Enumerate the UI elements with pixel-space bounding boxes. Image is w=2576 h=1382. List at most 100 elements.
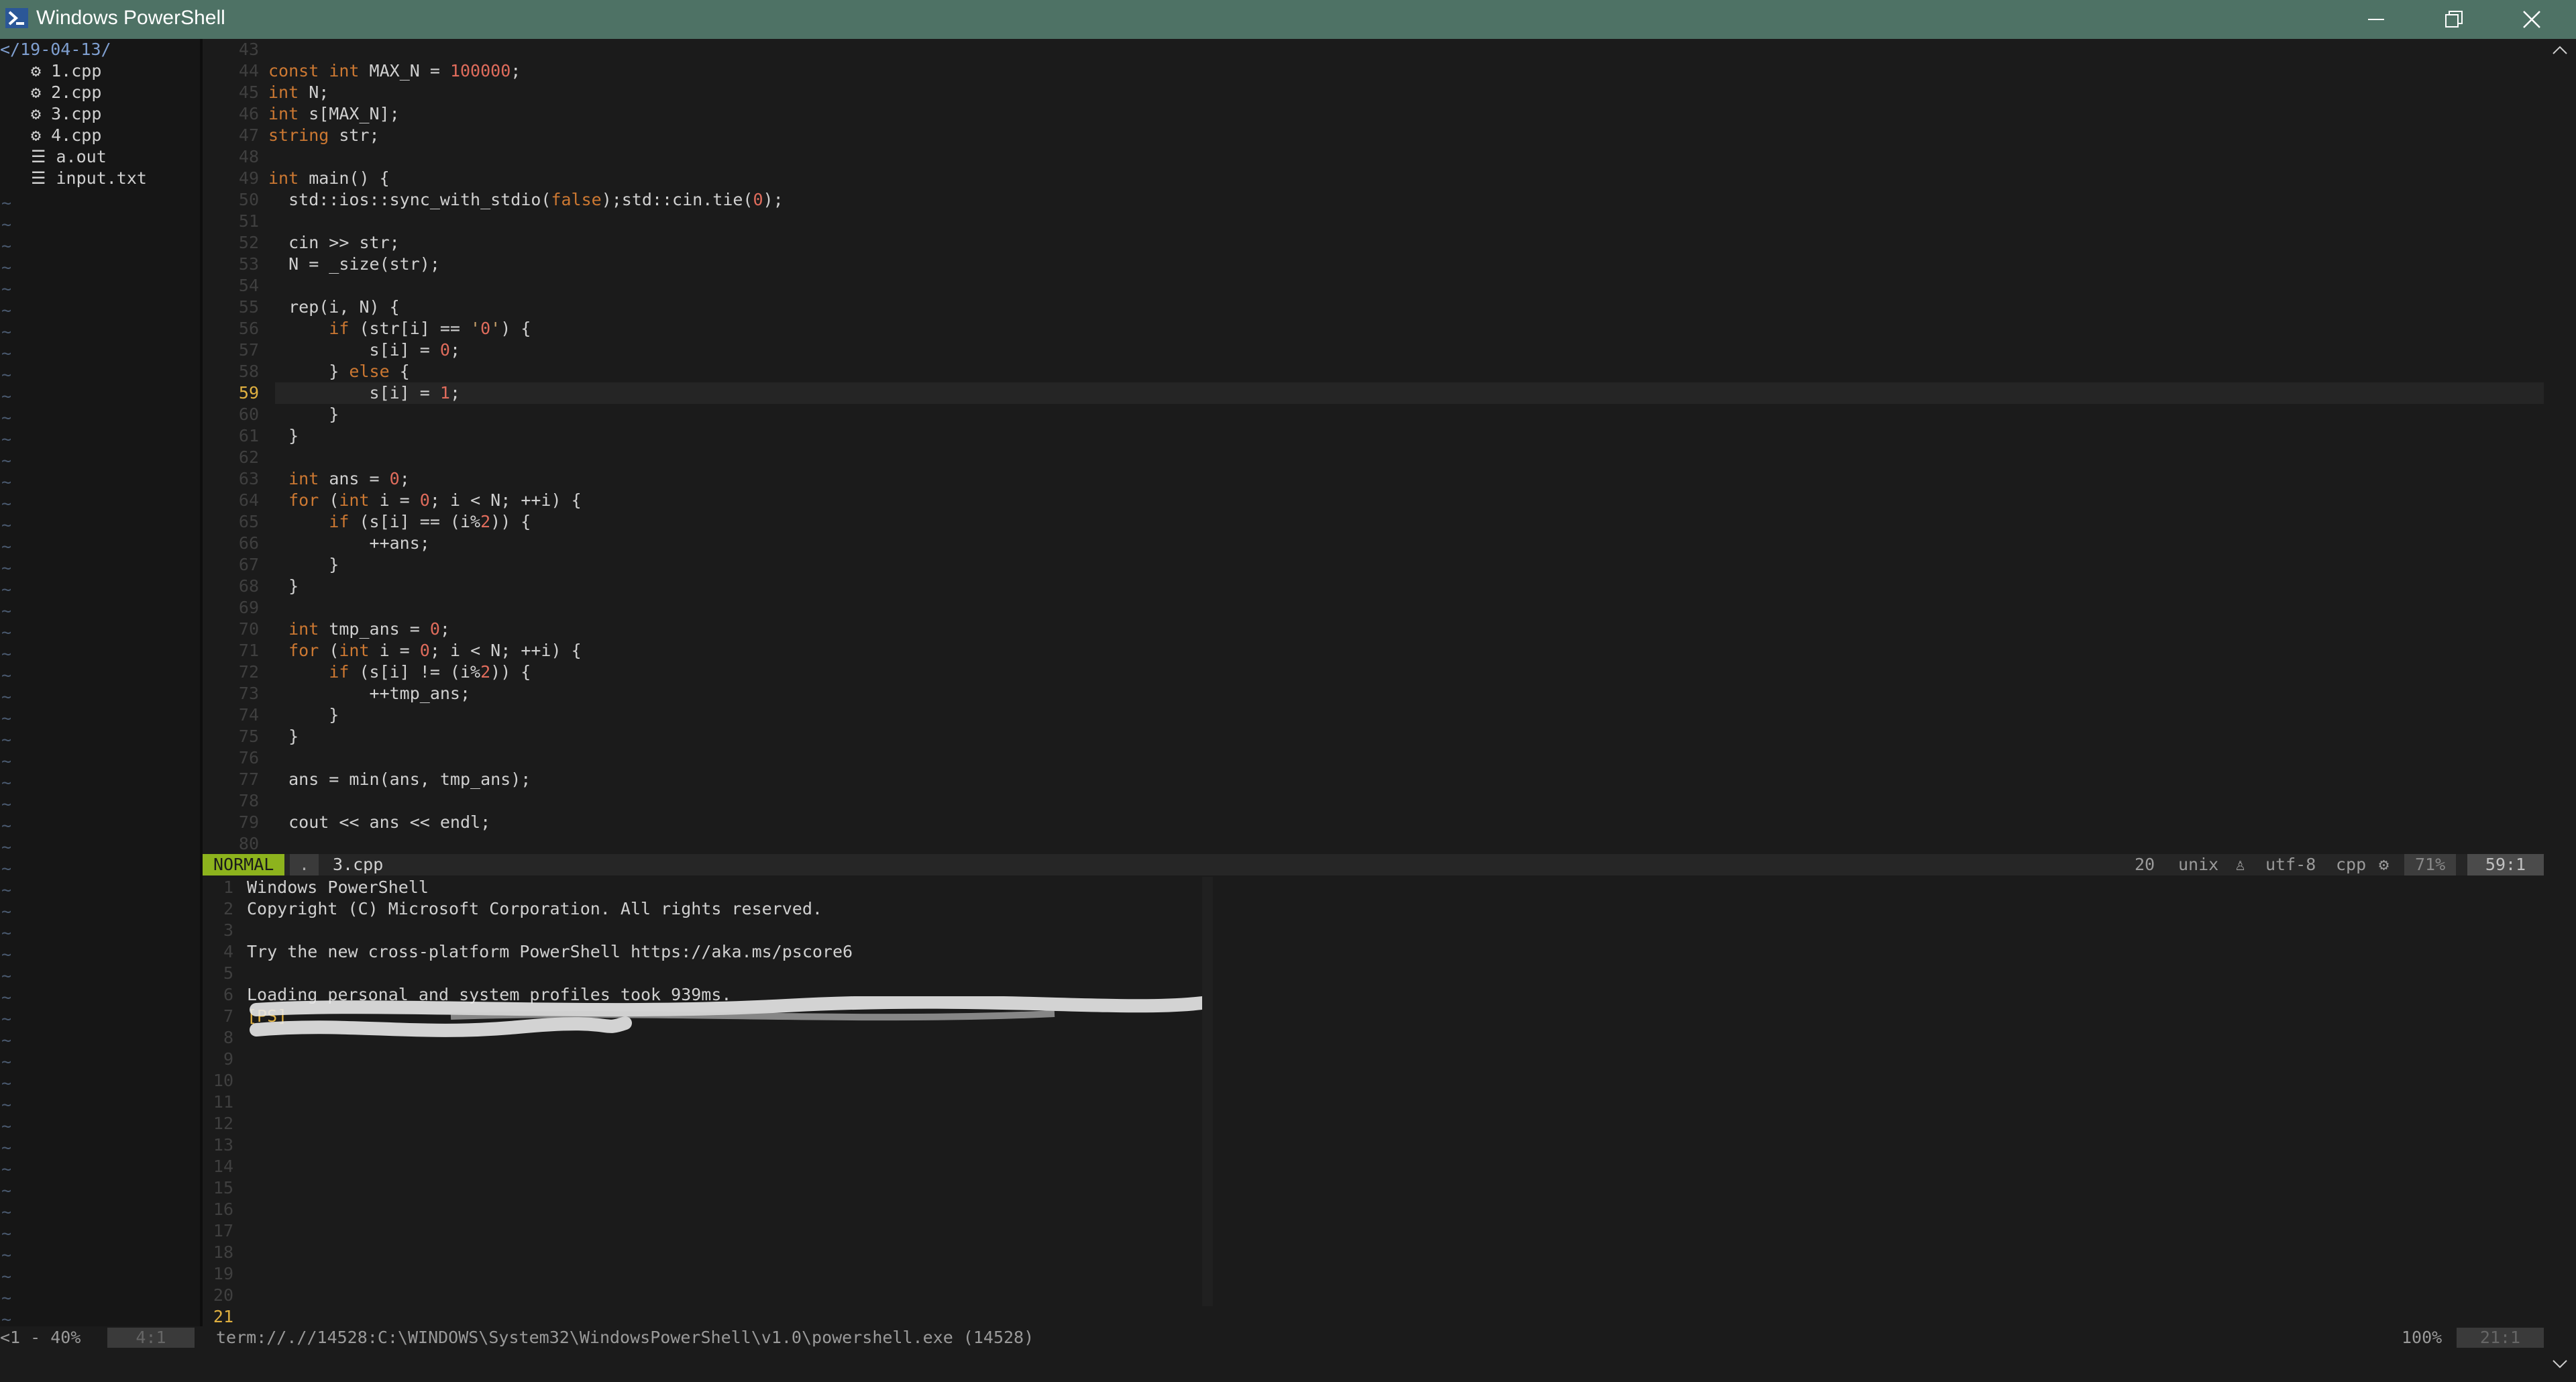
line-number: 70: [238, 619, 259, 639]
code-line[interactable]: }: [268, 726, 299, 747]
empty-line-marker: ~: [1, 902, 12, 921]
code-line[interactable]: }: [268, 425, 299, 447]
tree-root[interactable]: </19-04-13/: [0, 39, 111, 60]
code-line[interactable]: cin >> str;: [268, 232, 400, 254]
empty-line-marker: ~: [1, 1267, 12, 1286]
empty-line-marker: ~: [1, 1030, 12, 1050]
terminal-line-number: 6: [223, 985, 233, 1004]
code-line[interactable]: int tmp_ans = 0;: [268, 619, 450, 640]
line-number: 78: [238, 791, 259, 810]
vertical-split[interactable]: [1202, 877, 1213, 1306]
minimize-button[interactable]: [2337, 0, 2415, 39]
line-number: 66: [238, 533, 259, 553]
scroll-up-icon[interactable]: [2551, 43, 2569, 56]
line-number: 56: [238, 319, 259, 338]
empty-line-marker: ~: [1, 1095, 12, 1114]
empty-line-marker: ~: [1, 472, 12, 492]
line-number: 54: [238, 276, 259, 295]
empty-line-marker: ~: [1, 258, 12, 277]
terminal-path: term://.//14528:C:\WINDOWS\System32\Wind…: [216, 1328, 1034, 1347]
close-button[interactable]: [2493, 0, 2571, 39]
line-number: 65: [238, 512, 259, 531]
line-number: 59: [238, 383, 259, 403]
file-lines-icon: ☰: [31, 147, 46, 166]
tree-item-4-cpp[interactable]: ⚙ 4.cpp: [31, 125, 101, 146]
terminal-line-number: 13: [213, 1135, 233, 1155]
code-editor[interactable]: 43 44 const int MAX_N = 100000; 45 int N; 46 i…: [203, 39, 2544, 853]
terminal-line-number: 21: [213, 1307, 233, 1326]
terminal-line-number: 16: [213, 1200, 233, 1219]
powershell-icon: [5, 8, 28, 28]
code-line[interactable]: for (int i = 0; i < N; ++i) {: [268, 640, 582, 661]
code-line[interactable]: int N;: [268, 82, 329, 103]
terminal-line: Copyright (C) Microsoft Corporation. All…: [247, 899, 822, 918]
terminal-line-number: 5: [223, 963, 233, 983]
terminal-pane[interactable]: [PS] Loading personal and system profiles…: [203, 877, 1241, 1326]
scroll-down-icon[interactable]: [2551, 1358, 2569, 1371]
code-line[interactable]: cout << ans << endl;: [268, 812, 490, 833]
status-count: 20: [2135, 855, 2155, 874]
redacted-scribble: [250, 996, 1209, 1037]
status-encoding: utf-8: [2265, 855, 2316, 874]
code-line[interactable]: for (int i = 0; i < N; ++i) {: [268, 490, 582, 511]
scrollbar[interactable]: [2544, 39, 2576, 1382]
line-number: 63: [238, 469, 259, 488]
code-line[interactable]: s[i] = 0;: [268, 339, 461, 361]
file-tree: </19-04-13/ ⚙ 1.cpp ⚙ 2.cpp ⚙ 3.cpp ⚙ 4.…: [0, 39, 200, 1350]
tree-item-1-cpp[interactable]: ⚙ 1.cpp: [31, 60, 101, 82]
terminal-line-number: 1: [223, 878, 233, 897]
code-line[interactable]: ++ans;: [268, 533, 430, 554]
tree-item-2-cpp[interactable]: ⚙ 2.cpp: [31, 82, 101, 103]
tree-item-input-txt[interactable]: ☰ input.txt: [31, 168, 147, 189]
empty-line-marker: ~: [1, 666, 12, 685]
gear-icon: ⚙: [31, 61, 42, 81]
status-line: NORMAL . 3.cpp 20 unix ♙ utf-8 cpp ⚙ 71%…: [203, 854, 2544, 875]
empty-line-marker: ~: [1, 1159, 12, 1179]
code-line[interactable]: }: [268, 404, 339, 425]
terminal-line-number: 18: [213, 1242, 233, 1262]
code-line[interactable]: s[i] = 1;: [268, 382, 461, 404]
code-line[interactable]: }: [268, 576, 299, 597]
code-line[interactable]: if (s[i] != (i%2)) {: [268, 661, 531, 683]
code-line[interactable]: int main() {: [268, 168, 390, 189]
code-line[interactable]: int ans = 0;: [268, 468, 410, 490]
code-line[interactable]: }: [268, 554, 339, 576]
bottom-status-line: <1 - 40% 4:1 term://.//14528:C:\WINDOWS\…: [0, 1326, 2544, 1349]
terminal-line-number: 15: [213, 1178, 233, 1198]
empty-line-marker: ~: [1, 537, 12, 556]
empty-line-marker: ~: [1, 623, 12, 642]
restore-button[interactable]: [2415, 0, 2493, 39]
terminal-line: Windows PowerShell: [247, 878, 429, 897]
code-line[interactable]: } else {: [268, 361, 409, 382]
code-line[interactable]: string str;: [268, 125, 380, 146]
line-number: 50: [238, 190, 259, 209]
code-line[interactable]: const int MAX_N = 100000;: [268, 60, 521, 82]
code-line[interactable]: }: [268, 704, 339, 726]
empty-line-marker: ~: [1, 708, 12, 728]
line-number: 69: [238, 598, 259, 617]
line-number: 73: [238, 684, 259, 703]
code-line[interactable]: N = _size(str);: [268, 254, 440, 275]
empty-line-marker: ~: [1, 1009, 12, 1028]
code-line[interactable]: int s[MAX_N];: [268, 103, 400, 125]
terminal-right-pane[interactable]: [1213, 877, 2544, 1306]
empty-line-marker: ~: [1, 215, 12, 234]
line-number: 77: [238, 769, 259, 789]
gear-icon: ⚙: [31, 83, 42, 102]
line-number: 46: [238, 104, 259, 123]
window-titlebar[interactable]: Windows PowerShell: [0, 0, 2576, 39]
terminal-line-number: 2: [223, 899, 233, 918]
empty-line-marker: ~: [1, 1288, 12, 1308]
line-number: 48: [238, 147, 259, 166]
tree-item-3-cpp[interactable]: ⚙ 3.cpp: [31, 103, 101, 125]
line-number: 60: [238, 405, 259, 424]
line-number: 72: [238, 662, 259, 682]
code-line[interactable]: rep(i, N) {: [268, 297, 400, 318]
code-line[interactable]: std::ios::sync_with_stdio(false);std::ci…: [268, 189, 784, 211]
code-line[interactable]: ans = min(ans, tmp_ans);: [268, 769, 531, 790]
code-line[interactable]: ++tmp_ans;: [268, 683, 471, 704]
tree-item-a-out[interactable]: ☰ a.out: [31, 146, 107, 168]
code-line[interactable]: if (str[i] == '0') {: [268, 318, 531, 339]
code-line[interactable]: if (s[i] == (i%2)) {: [268, 511, 531, 533]
status-filetype: cpp: [2336, 855, 2367, 874]
